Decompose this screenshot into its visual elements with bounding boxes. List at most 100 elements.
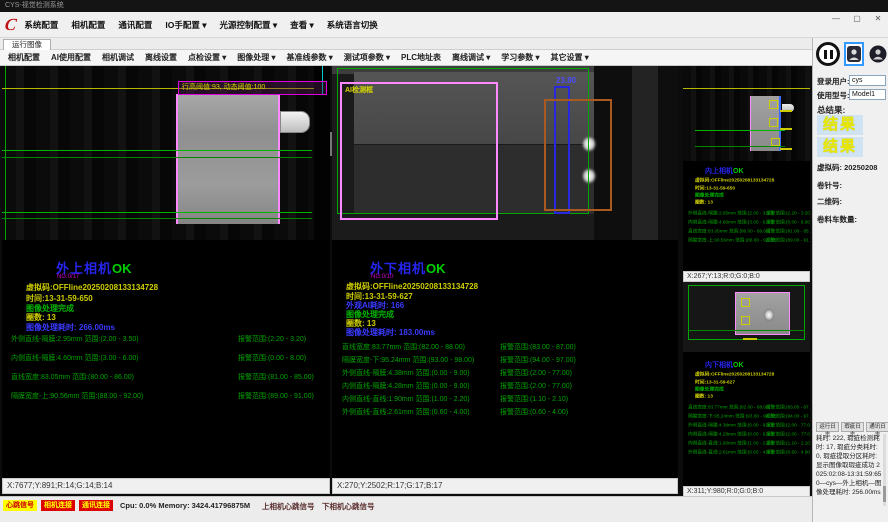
alarm-range: 报警范围:(94.00 - 97.00) — [766, 412, 810, 419]
pause-icon — [830, 50, 833, 59]
tab-run-image[interactable]: 运行图像 — [3, 39, 51, 50]
camera-image-outer-lower[interactable]: AI检测框 23.80 — [332, 66, 678, 240]
measurement-value: 直线宽度:83.05mm 范围:(80.00 - 86.00) — [11, 372, 134, 382]
log-tab[interactable]: 瑕疵日志 — [841, 422, 864, 432]
alarm-range: 报警范围:(83.00 - 87.00) — [766, 403, 810, 410]
ng-count-label: NG:0/10 — [371, 274, 393, 280]
log-text-area[interactable]: 耗时: 222, 瑕疵检测耗时: 17, 瑕疵分类耗时: 0, 瑕疵提取分区耗时… — [816, 434, 882, 506]
cpu-memory-readout: Cpu: 0.0% Memory: 3424.41796875M — [120, 501, 250, 510]
toolbar-item[interactable]: PLC地址表 — [401, 52, 441, 63]
menu-item[interactable]: 通讯配置 — [118, 19, 152, 31]
camera-image-inner-lower[interactable] — [683, 282, 810, 352]
alarm-range: 报警范围:(1.10 - 2.10) — [766, 439, 810, 446]
ok-status: OK — [112, 261, 132, 276]
measurement-value: 内侧直线-隔膜:4.60mm 范围:(3.00 - 6.00) — [11, 353, 139, 363]
measurement-row: 外侧直线-直线:2.61mm 范围:(0.60 - 4.00) 报警范围:(0.… — [342, 407, 678, 420]
measurement-row: 外侧直线-隔膜:4.38mm 范围:(0.00 - 9.00) 报警范围:(2.… — [342, 368, 678, 381]
measure-line — [2, 150, 312, 151]
model-field[interactable]: Model1 — [849, 89, 886, 100]
minimize-icon[interactable]: — — [830, 14, 842, 23]
measurement-row: 内侧直线-直线:1.90mm 范围:(1.00 - 2.20) 报警范围:(1.… — [342, 394, 678, 407]
close-icon[interactable]: ✕ — [872, 14, 884, 23]
account-button[interactable] — [868, 42, 888, 66]
alarm-range: 报警范围:(81.00 - 85.00) — [766, 227, 810, 234]
camera-view-inner-upper[interactable]: 内上相机OK 虚拟码:OFFline20250208133134728 时间:1… — [683, 66, 810, 271]
ok-status: OK — [426, 261, 446, 276]
pause-button[interactable] — [816, 42, 840, 66]
menu-item[interactable]: 系统配置 — [24, 19, 58, 31]
lower-camera-heartbeat-label[interactable]: 下相机心跳信号 — [322, 501, 375, 512]
toolbar-item[interactable]: 学习参数 ▾ — [501, 52, 539, 63]
reflective-spot — [763, 308, 775, 322]
camera-view-outer-lower[interactable]: AI检测框 23.80 外下相机OK NG:0/10 虚拟码:OFFline20… — [332, 66, 678, 478]
titlebar[interactable]: CYS-视觉检测系统 — [0, 0, 888, 12]
pixel-coord-readout-middle: X:270;Y:2502;R:17;G:17;B:17 — [332, 478, 678, 494]
menu-item[interactable]: 系统语言切换 — [327, 19, 378, 31]
main-view-area: 行高阈值:93, 动态阈值:100 外上相机OK NG:0/17 虚拟码:OFF… — [0, 66, 812, 496]
defect-marker-label — [780, 128, 792, 130]
orange-roi-rect — [544, 99, 612, 211]
login-user-field[interactable]: cys — [849, 75, 886, 86]
menu-item[interactable]: 相机配置 — [71, 19, 105, 31]
account-icon — [869, 45, 887, 63]
camera-result-title: 内下相机OK — [705, 360, 744, 370]
measurement-value: 外侧直线-隔膜:4.38mm 范围:(0.00 - 9.00) — [342, 368, 470, 378]
toolbar-item[interactable]: AI使用配置 — [51, 52, 91, 63]
measurement-row: 隔膜宽度-下:95.24mm 范围:(93.00 - 98.00) 报警范围:(… — [342, 355, 678, 368]
upper-camera-heartbeat-label[interactable]: 上相机心跳信号 — [262, 501, 315, 512]
toolbar-item[interactable]: 点检设置 ▾ — [188, 52, 226, 63]
measurement-value: 内侧直线-直线:1.90mm 范围:(1.00 - 2.20) — [688, 439, 773, 446]
virtual-code-line: 虚拟码:OFFline20250208133134728 — [26, 282, 158, 293]
measurement-value: 隔膜宽度-下:95.24mm 范围:(93.00 - 98.00) — [342, 355, 474, 365]
toolbar-item[interactable]: 测试项参数 ▾ — [344, 52, 390, 63]
camera-image-outer-upper[interactable]: 行高阈值:93, 动态阈值:100 — [2, 66, 330, 240]
camera-view-outer-upper[interactable]: 行高阈值:93, 动态阈值:100 外上相机OK NG:0/17 虚拟码:OFF… — [2, 66, 330, 478]
toolbar-item[interactable]: 基准线参数 ▾ — [287, 52, 333, 63]
toolbar-item[interactable]: 图像处理 ▾ — [237, 52, 275, 63]
user-button[interactable] — [844, 42, 864, 66]
defect-marker-label — [780, 148, 792, 150]
ai-detect-rect — [340, 82, 498, 220]
toolbar-item[interactable]: 其它设置 ▾ — [551, 52, 589, 63]
log-tab[interactable]: 运行日志 — [816, 422, 839, 432]
elapsed-line: 图像处理耗时: 183.00ms — [346, 327, 435, 338]
camera-view-inner-lower[interactable]: 内下相机OK 虚拟码:OFFline20250208133134728 时间:1… — [683, 282, 810, 486]
alarm-range: 报警范围:(2.00 - 77.00) — [766, 421, 810, 428]
alarm-range: 报警范围:(2.00 - 77.00) — [766, 430, 810, 437]
defect-marker-box — [771, 138, 780, 146]
toolbar-item[interactable]: 离线设置 — [145, 52, 177, 63]
measurement-row: 内侧直线-隔膜:4.60mm 范围:(3.00 - 6.00) 报警范围:(0.… — [11, 353, 330, 372]
camera-connect-badge: 相机连接 — [41, 500, 75, 511]
result-indicator-1: 结果 — [817, 115, 863, 135]
defect-marker-box — [741, 316, 750, 325]
measure-line — [688, 330, 805, 331]
ok-status: OK — [733, 168, 744, 175]
virtual-code-line: 虚拟码:OFFline20250208133134728 — [695, 370, 774, 377]
menu-item[interactable]: IO手配置 ▾ — [165, 19, 206, 31]
menu-item[interactable]: 光源控制配置 ▾ — [220, 19, 278, 31]
log-scrollbar-thumb[interactable] — [883, 486, 886, 502]
camera-image-inner-upper[interactable] — [683, 66, 810, 161]
toolbar-item[interactable]: 相机调试 — [102, 52, 134, 63]
log-tab[interactable]: 通讯日志 — [866, 422, 888, 432]
measure-line — [2, 212, 312, 213]
needle-number-label: 卷针号: — [817, 180, 842, 191]
toolbar-item[interactable]: 相机配置 — [8, 52, 40, 63]
maximize-icon[interactable]: ▢ — [851, 14, 863, 23]
log-scrollbar[interactable] — [883, 434, 886, 506]
toolbar-item[interactable]: 离线调试 ▾ — [452, 52, 490, 63]
menubar: C 系统配置相机配置通讯配置IO手配置 ▾光源控制配置 ▾查看 ▾系统语言切换 … — [0, 12, 888, 38]
loop-count-line: 圈数: 13 — [695, 392, 713, 399]
login-user-label: 登录用户: — [817, 76, 850, 87]
alarm-range: 报警范围:(0.00 - 8.00) — [238, 353, 306, 363]
measurement-value: 内侧直线-隔膜:4.60mm 范围:(3.00 - 6.00) — [688, 218, 773, 225]
alarm-range: 报警范围:(2.00 - 77.00) — [500, 368, 572, 378]
measurement-value: 直线宽度:83.77mm 范围:(82.00 - 88.00) — [342, 342, 465, 352]
log-tabs: 运行日志瑕疵日志通讯日志 — [816, 422, 888, 432]
ok-status: OK — [733, 362, 744, 369]
menu-item[interactable]: 查看 ▾ — [290, 19, 314, 31]
menu-items: 系统配置 相机配置 通讯配置 IO手配置 ▾ 光源控制配置 ▾ 查看 ▾ 系统语言切换 — [24, 19, 377, 31]
model-label: 使用型号: — [817, 90, 850, 101]
measurement-row: 隔膜宽度-上:90.56mm 范围:(88.00 - 92.00) 报警范围:(… — [11, 391, 330, 410]
measurement-value: 直线宽度:83.05mm 范围:(80.00 - 86.00) — [688, 227, 770, 234]
